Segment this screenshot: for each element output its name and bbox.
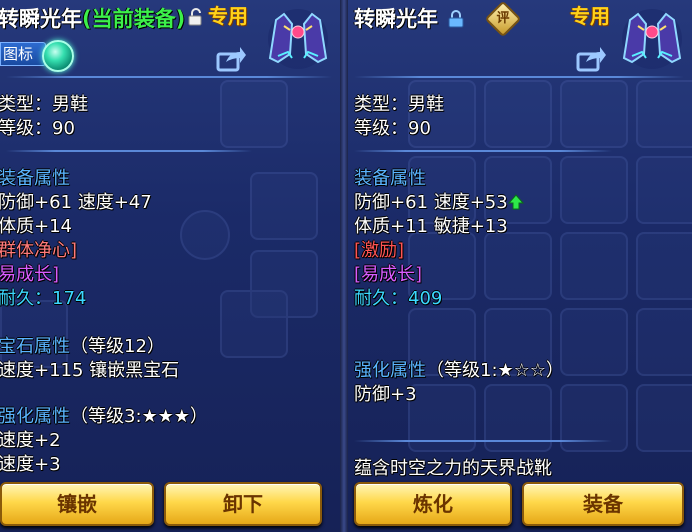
- unlocked-lock-icon[interactable]: [188, 8, 204, 26]
- special-effect: [激励]: [354, 240, 405, 261]
- equip-attr-line: 体质+14: [0, 216, 72, 237]
- item-type: 类型：男鞋: [0, 94, 88, 115]
- equip-attr-line: 防御+61 速度+53: [354, 188, 524, 214]
- eval-badge-icon[interactable]: 评: [484, 0, 522, 38]
- current-equipment-panel: 转瞬光年(当前装备) 专用 图标 类型：男鞋 等级：90 装备属性 防御+61 …: [0, 0, 340, 532]
- special-use-tag: 专用: [208, 4, 248, 28]
- panel-divider: [340, 0, 348, 532]
- divider-line: [6, 150, 252, 152]
- up-arrow-icon: [507, 194, 524, 210]
- item-description: 蕴含时空之力的天界战靴: [354, 458, 552, 479]
- special-effect: 群体净心]: [0, 240, 78, 261]
- enhance-attr-line: 防御+3: [354, 384, 417, 405]
- share-icon[interactable]: [216, 44, 246, 72]
- special-skill: 易成长]: [0, 264, 60, 285]
- item-title: 转瞬光年: [354, 7, 438, 31]
- gem-attr-line: 速度+115 镶嵌黑宝石: [0, 360, 180, 381]
- boots-item-icon: [622, 9, 682, 69]
- divider-line: [354, 76, 684, 78]
- enhance-attr-line: 速度+2: [0, 430, 61, 451]
- icon-toggle-button[interactable]: 图标: [0, 42, 46, 66]
- special-skill: [易成长]: [354, 264, 423, 285]
- compare-item-panel: 转瞬光年 评 专用 类型：男鞋 等级：90 装备属性 防御+61 速度+53 体…: [348, 0, 692, 532]
- item-level: 等级：90: [0, 118, 75, 139]
- lock-icon[interactable]: [448, 10, 464, 28]
- refine-button[interactable]: 炼化: [354, 482, 512, 526]
- durability: 耐久：174: [0, 288, 87, 309]
- divider-line: [6, 76, 332, 78]
- equip-button[interactable]: 装备: [522, 482, 684, 526]
- special-use-tag: 专用: [570, 4, 610, 28]
- item-level: 等级：90: [354, 118, 431, 139]
- equip-attr-line: 体质+11 敏捷+13: [354, 216, 508, 237]
- enhance-attr-line: 速度+3: [0, 454, 61, 475]
- item-type: 类型：男鞋: [354, 94, 444, 115]
- enhance-attr-header: 强化属性（等级1:★☆☆）: [354, 360, 564, 381]
- durability: 耐久：409: [354, 288, 443, 309]
- divider-line: [354, 440, 612, 442]
- orb-icon[interactable]: [42, 40, 74, 72]
- enhance-attr-header: 强化属性（等级3:★★★）: [0, 406, 208, 427]
- inlay-button[interactable]: 镶嵌: [0, 482, 154, 526]
- share-icon[interactable]: [576, 44, 606, 72]
- equip-attr-header: 装备属性: [0, 168, 70, 189]
- item-title: 转瞬光年(当前装备): [0, 7, 186, 31]
- equip-attr-header: 装备属性: [354, 168, 426, 189]
- gem-attr-header: 宝石属性（等级12）: [0, 336, 165, 357]
- equip-attr-line: 防御+61 速度+47: [0, 192, 152, 213]
- unequip-button[interactable]: 卸下: [164, 482, 322, 526]
- divider-line: [354, 150, 612, 152]
- boots-item-icon: [268, 9, 328, 69]
